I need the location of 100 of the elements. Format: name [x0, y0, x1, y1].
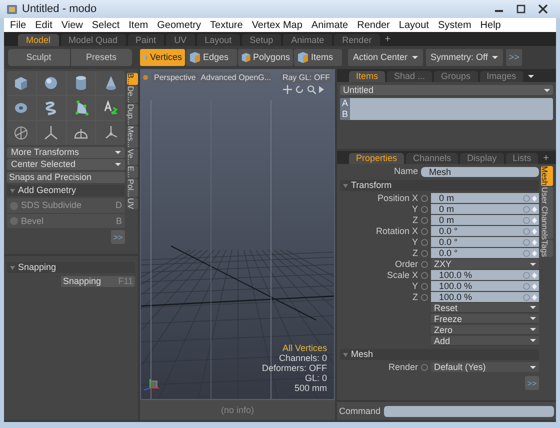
panel-tab[interactable]: Groups	[434, 71, 478, 82]
dropdown-field[interactable]: Default (Yes)	[431, 362, 539, 372]
tool-button[interactable]	[36, 71, 66, 95]
keyframe-icon	[523, 206, 537, 212]
menu-item[interactable]: File	[10, 20, 26, 30]
move-icon	[283, 85, 292, 94]
more-button[interactable]: >>	[111, 230, 125, 244]
tool-button[interactable]	[96, 71, 125, 95]
section-title: Transform	[351, 180, 392, 191]
side-tab[interactable]: User Channels	[541, 186, 553, 240]
tool-button[interactable]	[66, 71, 96, 95]
dropdown-button[interactable]: Action Center	[348, 49, 423, 66]
value-field[interactable]: 0 m	[431, 204, 539, 214]
field-label: Position X	[376, 192, 419, 204]
side-tab[interactable]: E...	[127, 166, 138, 178]
keyframe-icon	[523, 194, 537, 202]
layout-tab[interactable]: Paint	[128, 34, 164, 46]
value-field[interactable]: 100.0 %	[431, 281, 539, 291]
tool-button[interactable]	[7, 96, 36, 120]
menu-button[interactable]: Freeze	[431, 314, 539, 324]
side-tab[interactable]: B...	[127, 73, 138, 86]
dropdown-field[interactable]: ZXY	[431, 259, 539, 269]
value-field[interactable]: 0.0 °	[431, 248, 539, 258]
tool-button[interactable]	[96, 121, 125, 145]
menu-button[interactable]: Add	[431, 336, 539, 346]
panel-tab[interactable]: Shad ...	[387, 71, 432, 82]
value-field[interactable]: 100.0 %	[431, 270, 539, 280]
menu-item[interactable]: Item	[128, 20, 148, 30]
layout-tab[interactable]: Render	[334, 34, 380, 46]
side-tab[interactable]: UV	[127, 198, 138, 210]
menu-item[interactable]: Vertex Map	[252, 20, 302, 30]
panel-tab[interactable]: Display	[460, 153, 504, 164]
dropdown-button[interactable]: Center Selected	[7, 159, 125, 170]
value-field[interactable]: 0.0 °	[431, 237, 539, 247]
tool-button[interactable]	[66, 121, 96, 145]
dropdown-button[interactable]: More Transforms	[7, 147, 125, 158]
layout-tab[interactable]: UV	[166, 34, 195, 46]
toolbar-button[interactable]: Sculpt	[8, 49, 70, 66]
panel-tab[interactable]: Images	[480, 71, 524, 82]
side-tab[interactable]: Ve...	[127, 149, 138, 166]
tool-button[interactable]	[96, 96, 125, 120]
name-field[interactable]: Mesh	[421, 166, 539, 176]
layout-tab[interactable]: Setup	[242, 34, 282, 46]
side-tab[interactable]: Mes...	[127, 126, 138, 148]
view-button[interactable]: Perspective	[151, 72, 199, 83]
menu-item[interactable]: Layout	[398, 20, 429, 30]
menu-item[interactable]: Animate	[311, 20, 348, 30]
tool-button[interactable]	[36, 96, 66, 120]
tool-button[interactable]	[66, 96, 96, 120]
cube-icon	[297, 51, 309, 64]
tool-button[interactable]	[36, 121, 66, 145]
menu-button[interactable]: Reset	[431, 303, 539, 313]
menu-item[interactable]: Select	[92, 20, 120, 30]
command-field[interactable]	[384, 406, 554, 416]
value-field[interactable]: 0.0 °	[431, 226, 539, 236]
value-field[interactable]: 100.0 %	[431, 292, 539, 302]
menu-button[interactable]: Zero	[431, 325, 539, 335]
layout-tab[interactable]: Model	[18, 34, 59, 46]
add-tab-button[interactable]: +	[382, 34, 394, 46]
menu-item[interactable]: View	[61, 20, 83, 30]
side-tab[interactable]: Dup...	[127, 104, 138, 126]
more-button[interactable]: >>	[506, 49, 522, 66]
mode-button[interactable]: Items	[294, 49, 342, 66]
field-label: Z	[412, 292, 419, 302]
ray-gl-button[interactable]: Ray GL: OFF	[280, 72, 332, 83]
value-field[interactable]: 0 m	[431, 215, 539, 225]
value-field[interactable]: 0 m	[431, 193, 539, 203]
panel-tab[interactable]: Properties	[349, 153, 404, 164]
tool-button[interactable]	[7, 71, 36, 95]
mode-button[interactable]: Polygons	[238, 49, 293, 66]
menu-item[interactable]: Help	[480, 20, 501, 30]
mode-button[interactable]: Edges	[186, 49, 237, 66]
add-tab-button[interactable]: +	[540, 153, 552, 164]
shading-button[interactable]: Advanced OpenG...	[200, 72, 272, 83]
panel-tab[interactable]: Items	[349, 71, 386, 82]
menu-item[interactable]: Render	[357, 20, 390, 30]
side-tab[interactable]: Tags	[541, 240, 553, 258]
caret-icon	[115, 151, 121, 154]
menu-item[interactable]: Geometry	[157, 20, 202, 30]
mode-button[interactable]: Vertices	[140, 49, 185, 66]
field-label: Render	[387, 362, 419, 372]
toolbar-button[interactable]: Presets	[70, 49, 132, 66]
side-tab[interactable]: Mesh	[541, 166, 553, 186]
layout-tab[interactable]: Layout	[196, 34, 240, 46]
layout-tab[interactable]: Model Quad	[60, 34, 126, 46]
scene-dropdown[interactable]: Untitled	[340, 85, 553, 95]
section-title: Add Geometry	[18, 185, 76, 196]
menu-item[interactable]: Edit	[35, 20, 52, 30]
caret-icon	[544, 88, 550, 92]
dropdown-button[interactable]: Symmetry: Off	[426, 49, 503, 66]
panel-tab[interactable]: Lists	[506, 153, 538, 164]
side-tab[interactable]: Pol...	[127, 179, 138, 198]
side-tab[interactable]: De...	[127, 86, 138, 103]
panel-tab[interactable]: Channels	[406, 153, 458, 164]
layout-tab[interactable]: Animate	[283, 34, 332, 46]
more-button[interactable]: >>	[525, 376, 539, 390]
menu-item[interactable]: System	[438, 20, 472, 30]
tool-button[interactable]	[7, 121, 36, 145]
menu-item[interactable]: Texture	[210, 20, 243, 30]
snaps-button[interactable]: Snaps and Precision	[7, 172, 125, 183]
